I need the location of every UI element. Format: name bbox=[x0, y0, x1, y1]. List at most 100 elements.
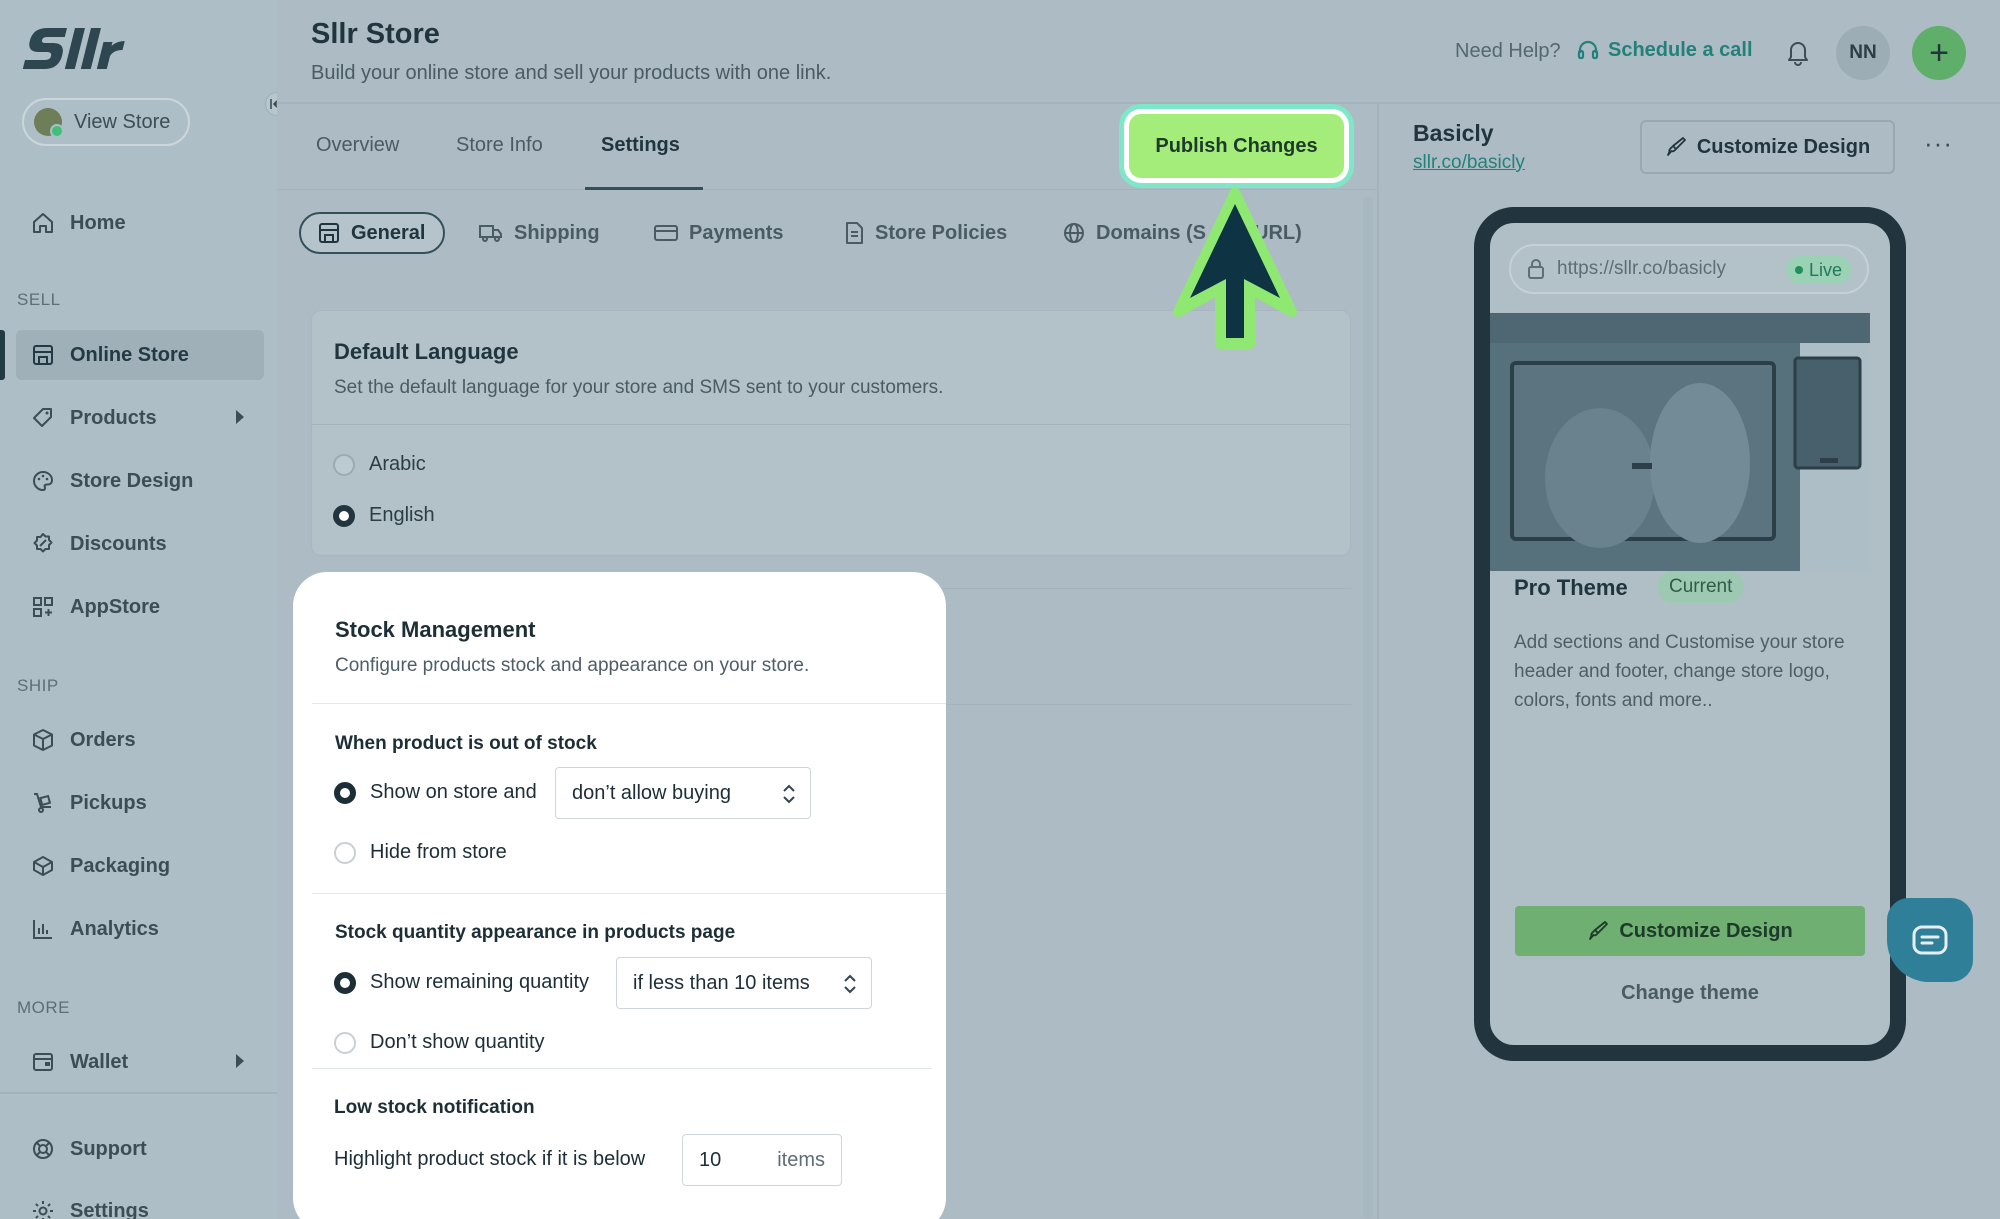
need-help-label: Need Help? bbox=[1455, 40, 1561, 62]
option-dont-show-quantity[interactable]: Don’t show quantity bbox=[334, 1031, 545, 1054]
radio-english[interactable] bbox=[333, 504, 355, 527]
sidebar-item-online-store[interactable]: Online Store bbox=[16, 330, 264, 380]
option-hide-from-store[interactable]: Hide from store bbox=[334, 841, 507, 864]
sidebar-item-label: Store Design bbox=[70, 469, 194, 492]
radio-dont-show-quantity[interactable] bbox=[334, 1031, 356, 1054]
out-of-stock-select[interactable]: don’t allow buying bbox=[555, 767, 811, 819]
subtab-general[interactable]: General bbox=[299, 212, 446, 254]
option-show-remaining[interactable]: Show remaining quantity bbox=[334, 971, 589, 994]
sidebar-item-label: Support bbox=[70, 1137, 147, 1160]
page-subtitle: Build your online store and sell your pr… bbox=[311, 62, 832, 84]
dolly-icon bbox=[30, 790, 56, 816]
option-label: Don’t show quantity bbox=[370, 1031, 545, 1053]
chat-icon bbox=[1912, 925, 1948, 955]
option-label: Arabic bbox=[369, 453, 426, 475]
radio-show-on-store[interactable] bbox=[334, 781, 356, 804]
subtab-shipping[interactable]: Shipping bbox=[478, 212, 600, 254]
default-language-subtitle: Set the default language for your store … bbox=[334, 377, 944, 398]
sidebar-item-label: Pickups bbox=[70, 791, 147, 814]
sidebar-item-home[interactable]: Home bbox=[16, 198, 264, 248]
sidebar-item-label: Discounts bbox=[70, 532, 167, 555]
active-indicator bbox=[0, 330, 5, 380]
preview-url-bar: https://sllr.co/basicly Live bbox=[1509, 244, 1869, 294]
notifications-bell-icon[interactable] bbox=[1785, 38, 1811, 66]
tab-overview[interactable]: Overview bbox=[316, 134, 399, 157]
customize-design-primary-button[interactable]: Customize Design bbox=[1515, 906, 1865, 956]
customize-design-label: Customize Design bbox=[1619, 919, 1793, 942]
panel-divider bbox=[1377, 104, 1379, 1219]
option-show-on-store[interactable]: Show on store and bbox=[334, 781, 537, 804]
select-value: don’t allow buying bbox=[572, 781, 731, 804]
user-avatar[interactable]: NN bbox=[1836, 26, 1890, 80]
sidebar-item-label: Wallet bbox=[70, 1050, 129, 1073]
palette-icon bbox=[30, 468, 56, 494]
sidebar-item-products[interactable]: Products bbox=[16, 393, 264, 443]
publish-changes-button[interactable]: Publish Changes bbox=[1129, 114, 1344, 178]
quantity-unit: items bbox=[777, 1149, 825, 1171]
schedule-call-link[interactable]: Schedule a call bbox=[1576, 38, 1753, 62]
sidebar-item-settings[interactable]: Settings bbox=[16, 1186, 264, 1219]
radio-arabic[interactable] bbox=[333, 453, 355, 476]
chevron-updown-icon bbox=[844, 974, 856, 994]
store-name: Basicly bbox=[1413, 120, 1494, 146]
out-of-stock-title: When product is out of stock bbox=[335, 733, 597, 754]
brush-icon bbox=[1665, 136, 1687, 158]
sidebar-item-support[interactable]: Support bbox=[16, 1124, 264, 1174]
headset-icon bbox=[1576, 38, 1600, 62]
sidebar-item-store-design[interactable]: Store Design bbox=[16, 456, 264, 506]
tab-settings[interactable]: Settings bbox=[601, 134, 680, 157]
quantity-threshold-select[interactable]: if less than 10 items bbox=[616, 957, 872, 1009]
sidebar-item-appstore[interactable]: AppStore bbox=[16, 582, 264, 632]
language-option-arabic[interactable]: Arabic bbox=[333, 453, 426, 476]
current-theme-badge: Current bbox=[1657, 571, 1745, 603]
publish-highlight: Publish Changes bbox=[1119, 104, 1354, 188]
more-options-icon[interactable]: ··· bbox=[1924, 128, 1953, 159]
option-label: Hide from store bbox=[370, 841, 507, 863]
store-link[interactable]: sllr.co/basicly bbox=[1413, 152, 1525, 174]
sidebar-item-analytics[interactable]: Analytics bbox=[16, 904, 264, 954]
tab-store-info[interactable]: Store Info bbox=[456, 134, 543, 157]
subtab-label: Payments bbox=[689, 221, 784, 244]
subtab-label: Shipping bbox=[514, 221, 600, 244]
view-store-label: View Store bbox=[74, 110, 171, 133]
card-divider bbox=[311, 424, 1351, 425]
sidebar-item-orders[interactable]: Orders bbox=[16, 715, 264, 765]
lifebuoy-icon bbox=[30, 1136, 56, 1162]
add-button[interactable]: + bbox=[1912, 26, 1966, 80]
stock-management-title: Stock Management bbox=[335, 617, 536, 642]
tag-icon bbox=[30, 405, 56, 431]
globe-icon bbox=[1062, 221, 1086, 245]
plus-icon: + bbox=[1929, 34, 1949, 72]
subtab-store-policies[interactable]: Store Policies bbox=[843, 212, 1007, 254]
wallet-icon bbox=[30, 1049, 56, 1075]
package-icon bbox=[30, 853, 56, 879]
change-theme-link[interactable]: Change theme bbox=[1474, 982, 1906, 1005]
sidebar-item-wallet[interactable]: Wallet bbox=[16, 1037, 264, 1087]
theme-thumbnail bbox=[1490, 313, 1870, 571]
radio-hide-from-store[interactable] bbox=[334, 841, 356, 864]
language-option-english[interactable]: English bbox=[333, 504, 435, 527]
sidebar-item-pickups[interactable]: Pickups bbox=[16, 778, 264, 828]
box-icon bbox=[30, 727, 56, 753]
low-stock-quantity-input[interactable]: 10 items bbox=[682, 1134, 842, 1186]
chat-button[interactable] bbox=[1887, 898, 1973, 982]
view-store-button[interactable]: View Store bbox=[22, 98, 190, 146]
customize-design-label: Customize Design bbox=[1696, 135, 1871, 158]
sllr-logo[interactable] bbox=[22, 24, 134, 74]
subtab-payments[interactable]: Payments bbox=[653, 212, 784, 254]
chevron-updown-icon bbox=[783, 784, 795, 804]
customize-design-button[interactable]: Customize Design bbox=[1640, 120, 1895, 174]
sidebar-item-label: AppStore bbox=[70, 595, 160, 618]
live-label: Live bbox=[1808, 259, 1842, 280]
scrollbar[interactable] bbox=[1363, 196, 1373, 1219]
sidebar-section-more: MORE bbox=[17, 998, 70, 1017]
live-dot-icon bbox=[1794, 266, 1803, 274]
theme-description: Add sections and Customise your store he… bbox=[1514, 632, 1845, 711]
sidebar-item-packaging[interactable]: Packaging bbox=[16, 841, 264, 891]
truck-icon bbox=[478, 221, 504, 245]
sidebar-item-discounts[interactable]: Discounts bbox=[16, 519, 264, 569]
home-icon bbox=[30, 210, 56, 236]
option-label: Show on store and bbox=[370, 781, 537, 803]
radio-show-remaining[interactable] bbox=[334, 971, 356, 994]
sidebar-item-label: Orders bbox=[70, 728, 136, 751]
